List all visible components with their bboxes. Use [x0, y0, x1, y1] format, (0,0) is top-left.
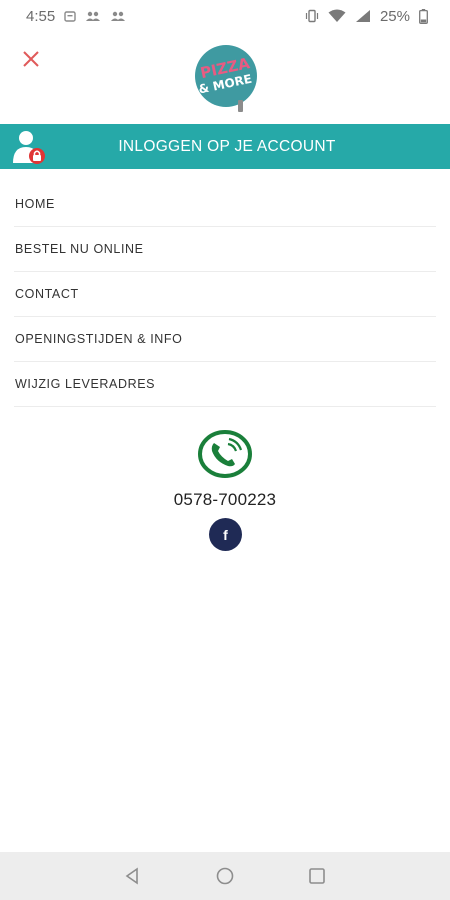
message-notification-icon [64, 10, 76, 22]
login-label: INLOGGEN OP JE ACCOUNT [118, 137, 336, 155]
menu-item-home[interactable]: HOME [14, 182, 436, 227]
menu-item-change-address[interactable]: WIJZIG LEVERADRES [14, 362, 436, 407]
status-right: 25% [305, 8, 428, 25]
menu-item-label: CONTACT [15, 287, 79, 301]
vibrate-icon [305, 9, 319, 23]
menu-item-order-online[interactable]: BESTEL NU ONLINE [14, 227, 436, 272]
home-icon[interactable] [214, 865, 236, 887]
people-notification-icon [86, 11, 101, 21]
battery-icon [419, 8, 428, 24]
close-icon[interactable] [18, 46, 44, 72]
menu-item-contact[interactable]: CONTACT [14, 272, 436, 317]
back-icon[interactable] [122, 865, 144, 887]
system-nav-bar [0, 852, 450, 900]
menu-item-label: BESTEL NU ONLINE [15, 242, 144, 256]
people-notification-icon-2 [111, 11, 126, 21]
status-left: 4:55 [26, 8, 126, 25]
login-bar[interactable]: INLOGGEN OP JE ACCOUNT [0, 124, 450, 169]
pizza-and-more-logo: PIZZA & MORE [195, 45, 257, 112]
menu-item-label: OPENINGSTIJDEN & INFO [15, 332, 183, 346]
phone-number[interactable]: 0578-700223 [0, 490, 450, 510]
menu-item-label: HOME [15, 197, 55, 211]
recents-icon[interactable] [306, 865, 328, 887]
status-bar: 4:55 25% [0, 0, 450, 32]
menu-item-opening-hours[interactable]: OPENINGSTIJDEN & INFO [14, 317, 436, 362]
facebook-icon: f [223, 526, 228, 543]
menu-item-label: WIJZIG LEVERADRES [15, 377, 156, 391]
phone-call-icon[interactable] [197, 429, 255, 479]
main-menu: HOME BESTEL NU ONLINE CONTACT OPENINGSTI… [14, 182, 436, 407]
battery-percent: 25% [379, 7, 410, 25]
facebook-button[interactable]: f [209, 518, 242, 551]
status-time: 4:55 [26, 7, 56, 25]
cell-signal-icon [355, 10, 370, 22]
wifi-icon [328, 9, 346, 22]
